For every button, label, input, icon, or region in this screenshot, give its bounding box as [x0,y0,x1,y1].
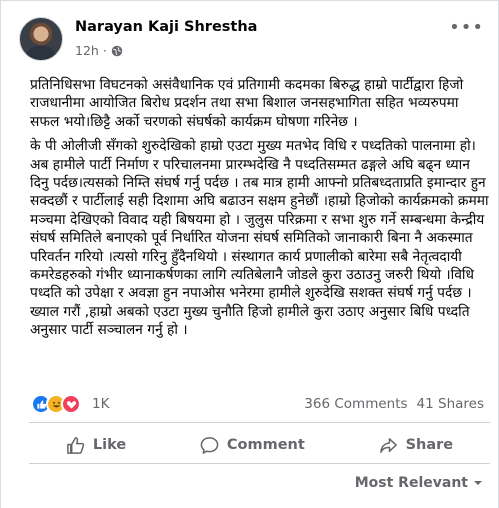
post-meta: 12h · [75,43,123,58]
comment-icon [200,436,219,454]
share-label: Share [405,437,454,453]
reaction-count[interactable]: 1K [92,396,109,412]
like-label: Like [92,437,127,453]
comment-label: Comment [226,437,305,453]
author-avatar[interactable] [19,17,63,61]
author-name[interactable]: Narayan Kaji Shrestha [75,19,257,35]
divider [29,422,490,423]
love-icon [61,394,81,414]
post-text: प्रतिनिधिसभा विघटनको असंवैधानिक एवं प्रत… [30,76,490,346]
post-paragraph: प्रतिनिधिसभा विघटनको असंवैधानिक एवं प्रत… [30,77,464,130]
chevron-down-icon [474,481,482,485]
like-button[interactable]: Like [54,432,138,459]
comment-button[interactable]: Comment [188,432,317,459]
sort-label: Most Relevant [354,475,468,491]
action-bar: Like Comment Share [29,429,490,461]
reaction-icons[interactable] [31,394,81,414]
more-options-icon[interactable]: ••• [449,17,484,38]
share-icon [379,437,397,453]
post-time[interactable]: 12h [75,43,99,58]
globe-icon [111,45,123,56]
share-button[interactable]: Share [367,432,466,459]
post-header: Narayan Kaji Shrestha 12h · ••• [17,15,488,65]
comments-count[interactable]: 366 Comments [304,396,407,412]
post-card: Narayan Kaji Shrestha 12h · ••• प्रतिनिध… [0,0,499,508]
comment-sort-dropdown[interactable]: Most Relevant [355,475,484,491]
reactions-row: 1K 366 Comments 41 Shares [31,393,488,415]
post-paragraph: के पी ओलीजी सँगको शुरुदेखिको हाम्रो एउटा… [30,138,489,339]
post-stats: 366 Comments 41 Shares [304,396,484,412]
divider [29,463,490,464]
thumbs-up-icon [66,436,85,454]
shares-count[interactable]: 41 Shares [417,396,484,412]
meta-separator: · [102,43,107,58]
